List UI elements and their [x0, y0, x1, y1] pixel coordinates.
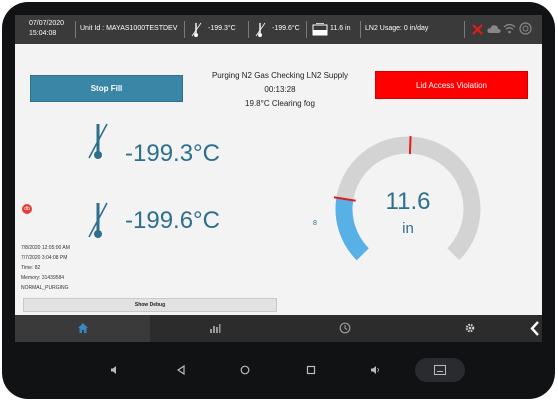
temperature-1: -199.3°C: [125, 140, 220, 167]
divider: [75, 21, 76, 38]
power-icon[interactable]: [519, 22, 532, 35]
status-message: Purging N2 Gas Checking LN2 Supply: [211, 71, 349, 80]
gauge-max-marker: [408, 136, 412, 155]
thermometer-icon: [88, 202, 108, 238]
collapse-chevron-icon[interactable]: [530, 320, 540, 337]
datetime: 07/07/2020 15:04:08: [29, 19, 64, 39]
gauge-value: 11.6: [385, 188, 431, 215]
back-icon[interactable]: [176, 365, 186, 375]
close-alarm-icon[interactable]: [472, 24, 483, 35]
keyboard-icon: [434, 365, 446, 375]
app-screen: 07/07/2020 15:04:08 Unit Id : MAYAS1000T…: [15, 15, 542, 342]
status-bar: 07/07/2020 15:04:08 Unit Id : MAYAS1000T…: [15, 15, 542, 44]
divider: [248, 21, 249, 38]
settings-icon: [465, 323, 475, 333]
thermometer-icon: [255, 22, 266, 37]
info-line: 7/8/2020 12:05:00 AM: [21, 245, 70, 251]
thermometer-icon: [191, 22, 202, 37]
show-debug-button[interactable]: Show Debug: [23, 298, 277, 312]
cloud-icon: [487, 25, 501, 33]
chart-icon: [210, 324, 221, 333]
status-date: 07/07/2020: [29, 20, 65, 27]
thermometer-icon: [88, 123, 108, 159]
gauge-tick-label: 8: [313, 220, 317, 227]
info-line: NORMAL_PURGING: [21, 285, 69, 291]
volume-up-icon[interactable]: [370, 365, 380, 375]
info-line: Time: 82: [21, 265, 41, 271]
temperature-2: -199.6°C: [125, 207, 220, 234]
status-level: 11.6 in: [330, 25, 351, 32]
history-icon: [339, 322, 351, 334]
home-icon: [77, 323, 88, 333]
fog-message: 19.8°C Clearing fog: [245, 99, 315, 108]
unit-id: Unit Id : MAYAS1000TESTDEV: [80, 25, 178, 32]
status-temp1: -199.3°C: [208, 25, 236, 32]
main-content: Stop Fill Purging N2 Gas Checking LN2 Su…: [15, 44, 542, 315]
bottom-nav: [15, 315, 542, 342]
divider: [360, 21, 361, 38]
status-time: 15:04:08: [29, 30, 57, 37]
recent-apps-icon[interactable]: [306, 365, 316, 375]
tablet-frame: 07/07/2020 15:04:08 Unit Id : MAYAS1000T…: [2, 2, 555, 399]
home-circle-icon[interactable]: [240, 365, 250, 375]
info-line: 7/7/2020 3:04:08 PM: [21, 255, 68, 261]
debug-badge-icon[interactable]: db: [22, 204, 32, 214]
tab-settings[interactable]: [410, 315, 530, 342]
stop-fill-button[interactable]: Stop Fill: [30, 75, 183, 102]
info-line: Memory: 31439584: [21, 275, 65, 281]
timer: 00:13:28: [264, 85, 296, 94]
volume-icon[interactable]: [110, 365, 120, 375]
ln2-usage: LN2 Usage: 0 in/day: [365, 25, 429, 32]
divider: [184, 21, 185, 38]
divider: [306, 21, 307, 38]
gauge-unit: in: [402, 220, 414, 237]
tab-chart[interactable]: [150, 315, 280, 342]
badge-label: db: [24, 206, 30, 212]
tab-history[interactable]: [280, 315, 410, 342]
keyboard-button[interactable]: [415, 358, 465, 382]
system-nav-bar: [2, 355, 555, 385]
wifi-icon: [503, 23, 516, 34]
tab-home[interactable]: [15, 315, 150, 342]
gauge-fill: [335, 197, 369, 261]
lid-access-violation-button[interactable]: Lid Access Violation: [375, 71, 528, 99]
status-temp2: -199.6°C: [272, 25, 300, 32]
divider: [464, 21, 465, 38]
tank-level-icon: [312, 23, 328, 36]
